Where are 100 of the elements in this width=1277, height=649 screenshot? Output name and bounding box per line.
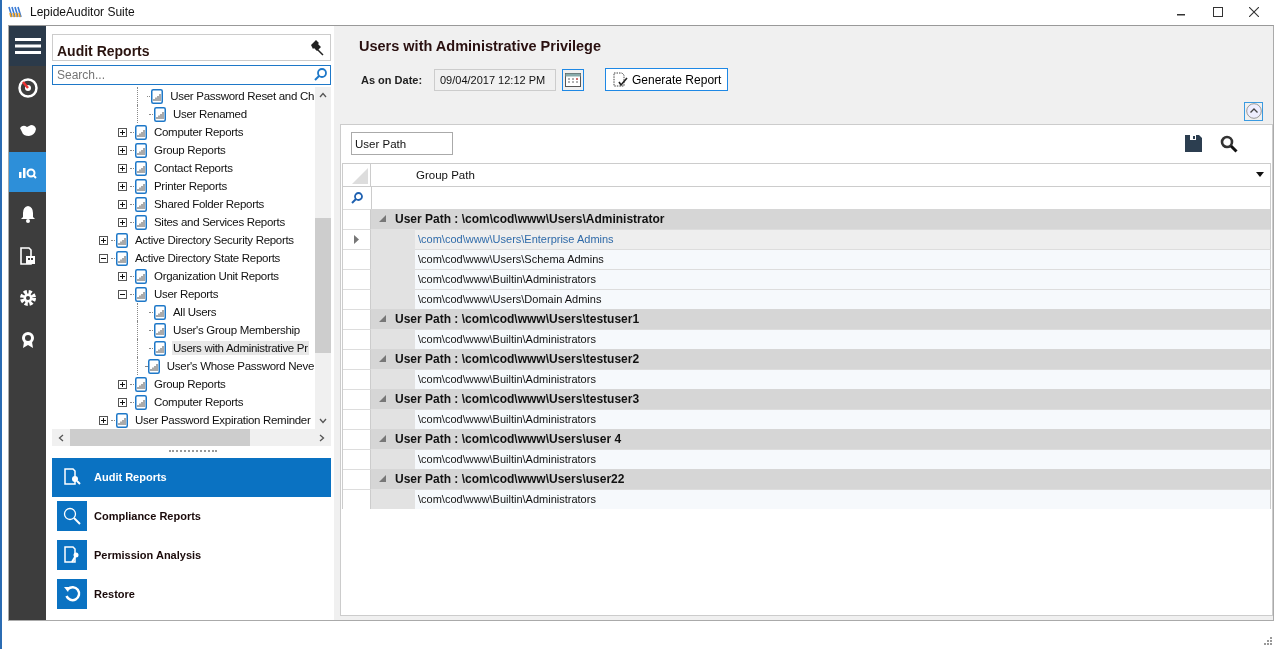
- table-cell[interactable]: \com\cod\www\Builtin\Administrators: [415, 488, 1271, 509]
- expand-toggle[interactable]: [99, 415, 108, 425]
- expand-toggle[interactable]: [99, 235, 108, 245]
- table-cell[interactable]: \com\cod\www\Builtin\Administrators: [415, 328, 1271, 349]
- tree-item[interactable]: Active Directory Security Reports: [134, 233, 295, 248]
- nav-item[interactable]: Audit Reports: [52, 457, 331, 497]
- collapse-triangle-icon[interactable]: [379, 395, 386, 403]
- expand-toggle[interactable]: [118, 163, 127, 173]
- scroll-right-icon[interactable]: [319, 433, 325, 442]
- collapse-triangle-icon[interactable]: [379, 315, 386, 323]
- tree-item[interactable]: Organization Unit Reports: [153, 269, 280, 284]
- report-icon: [135, 376, 147, 392]
- group-row[interactable]: User Path : \com\cod\www\Users\testuser3: [371, 388, 1271, 409]
- bell-icon: [19, 204, 36, 223]
- group-label: User Path : \com\cod\www\Users\testuser2: [395, 351, 640, 366]
- nav-item[interactable]: Restore: [52, 574, 331, 614]
- report-icon: [154, 322, 166, 338]
- collapse-triangle-icon[interactable]: [379, 475, 386, 483]
- report-icon: [135, 178, 147, 194]
- gauge-icon: [17, 77, 38, 98]
- tree-item[interactable]: Users with Administrative Pr: [172, 341, 309, 356]
- filter-search-icon[interactable]: [351, 191, 363, 204]
- search-icon[interactable]: [1220, 134, 1238, 153]
- tree-item[interactable]: All Users: [172, 305, 218, 320]
- tree-item[interactable]: Group Reports: [153, 377, 227, 392]
- scroll-left-icon[interactable]: [58, 433, 64, 442]
- date-field[interactable]: 09/04/2017 12:12 PM: [434, 68, 556, 91]
- search-field[interactable]: Search...: [52, 65, 331, 86]
- vertical-scrollbar[interactable]: [315, 87, 331, 430]
- document-grid-icon: [19, 246, 36, 265]
- group-row[interactable]: User Path : \com\cod\www\Users\testuser2: [371, 348, 1271, 369]
- tree-item[interactable]: Sites and Services Reports: [153, 215, 286, 230]
- menu-button[interactable]: [9, 25, 46, 66]
- award-icon: [20, 330, 35, 349]
- table-cell[interactable]: \com\cod\www\Builtin\Administrators: [415, 268, 1271, 289]
- calendar-icon: [565, 72, 581, 87]
- indent-cell: [371, 228, 415, 249]
- report-icon: [116, 250, 128, 266]
- group-row[interactable]: User Path : \com\cod\www\Users\user22: [371, 468, 1271, 489]
- nav-item[interactable]: Compliance Reports: [52, 496, 331, 536]
- group-row[interactable]: User Path : \com\cod\www\Users\testuser1: [371, 308, 1271, 329]
- tree-item[interactable]: Computer Reports: [153, 395, 245, 410]
- collapse-toggle[interactable]: [99, 253, 108, 263]
- report-icon: [154, 304, 166, 320]
- tree-item[interactable]: Computer Reports: [153, 125, 245, 140]
- restore-icon: [63, 585, 81, 604]
- group-by-chip[interactable]: User Path: [351, 132, 453, 156]
- tree-item[interactable]: Contact Reports: [153, 161, 234, 176]
- expand-toggle[interactable]: [118, 217, 127, 227]
- table-cell[interactable]: \com\cod\www\Users\Schema Admins: [415, 248, 1271, 269]
- table-cell[interactable]: \com\cod\www\Builtin\Administrators: [415, 368, 1271, 389]
- report-icon: [116, 412, 128, 428]
- collapse-triangle-icon[interactable]: [379, 435, 386, 443]
- indent-cell: [371, 488, 415, 509]
- tree-item[interactable]: Active Directory State Reports: [134, 251, 282, 266]
- tree-item[interactable]: User Renamed: [172, 107, 248, 122]
- expand-toggle[interactable]: [118, 199, 127, 209]
- resize-grip-icon[interactable]: [1262, 635, 1272, 645]
- collapse-toggle[interactable]: [118, 289, 127, 299]
- generate-report-button[interactable]: Generate Report: [605, 68, 729, 92]
- horizontal-scrollbar[interactable]: [52, 429, 331, 447]
- scroll-down-icon[interactable]: [319, 418, 327, 425]
- column-header[interactable]: Group Path: [371, 163, 1271, 186]
- table-cell[interactable]: \com\cod\www\Builtin\Administrators: [415, 448, 1271, 469]
- document-search-icon: [63, 468, 81, 487]
- tree-item[interactable]: User Password Reset and Ch: [169, 89, 315, 104]
- tree-item[interactable]: Printer Reports: [153, 179, 228, 194]
- table-cell[interactable]: \com\cod\www\Users\Domain Admins: [415, 288, 1271, 309]
- tree-item[interactable]: User's Group Membership: [172, 323, 301, 338]
- expand-toggle[interactable]: [118, 181, 127, 191]
- collapse-triangle-icon[interactable]: [379, 355, 386, 363]
- group-label: User Path : \com\cod\www\Users\Administrator: [395, 211, 665, 226]
- table-cell[interactable]: \com\cod\www\Builtin\Administrators: [415, 408, 1271, 429]
- save-icon[interactable]: [1185, 135, 1202, 153]
- report-icon: [135, 196, 147, 212]
- tree-item[interactable]: User Password Expiration Reminder: [134, 413, 312, 428]
- table-cell[interactable]: \com\cod\www\Users\Enterprise Admins: [415, 228, 1271, 249]
- tree-item[interactable]: Shared Folder Reports: [153, 197, 266, 212]
- pin-icon[interactable]: [308, 39, 324, 56]
- maximize-icon[interactable]: [1213, 7, 1223, 18]
- expand-toggle[interactable]: [118, 271, 127, 281]
- expand-toggle[interactable]: [118, 397, 127, 407]
- tree-item[interactable]: User's Whose Password Neve: [165, 359, 315, 374]
- expand-toggle[interactable]: [118, 127, 127, 137]
- scroll-up-icon[interactable]: [319, 92, 327, 99]
- collapse-triangle-icon[interactable]: [379, 215, 386, 223]
- nav-item[interactable]: Permission Analysis: [52, 535, 331, 575]
- splitter-grip[interactable]: [169, 450, 217, 454]
- group-row[interactable]: User Path : \com\cod\www\Users\Administrator: [371, 208, 1271, 229]
- report-icon: [147, 358, 160, 374]
- tree-item[interactable]: Group Reports: [153, 143, 227, 158]
- collapse-button[interactable]: [1244, 101, 1263, 121]
- indent-cell: [371, 328, 415, 349]
- close-icon[interactable]: [1249, 7, 1259, 18]
- group-row[interactable]: User Path : \com\cod\www\Users\user 4: [371, 428, 1271, 449]
- expand-toggle[interactable]: [118, 379, 127, 389]
- tree-item[interactable]: User Reports: [153, 287, 220, 302]
- chevron-up-icon: [1245, 103, 1262, 120]
- expand-toggle[interactable]: [118, 145, 127, 155]
- calendar-button[interactable]: [562, 68, 584, 91]
